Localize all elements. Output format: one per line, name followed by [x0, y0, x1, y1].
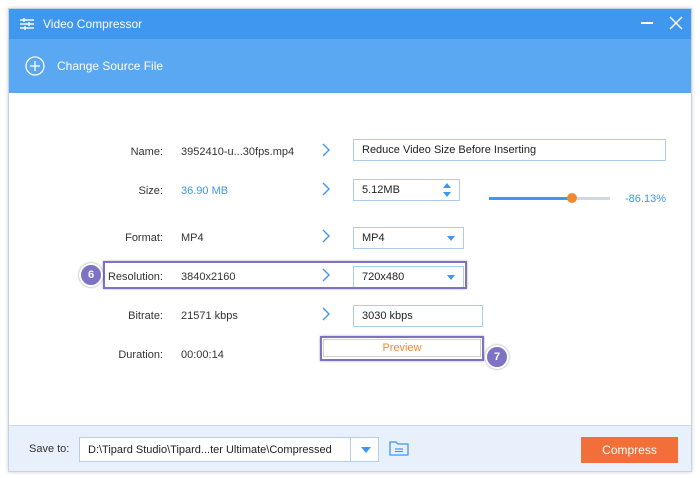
save-to-label: Save to: — [29, 443, 70, 455]
size-label: Size: — [138, 185, 163, 197]
save-path-value: D:\Tipard Studio\Tipard...ter Ultimate\C… — [88, 444, 332, 456]
change-source-file-label: Change Source File — [57, 59, 164, 73]
source-size: 36.90 MB — [181, 185, 229, 197]
preview-highlight-box — [320, 336, 484, 361]
window-title: Video Compressor — [43, 17, 143, 31]
sliders-icon — [20, 18, 34, 30]
path-divider — [350, 438, 351, 461]
toolbar: Change Source File — [9, 39, 691, 93]
size-slider-handle[interactable] — [567, 193, 578, 203]
compress-button[interactable]: Compress — [581, 437, 678, 463]
output-name-field[interactable] — [353, 139, 666, 161]
format-select[interactable]: MP4 — [353, 227, 464, 249]
chevron-right-icon — [322, 229, 330, 243]
size-slider-fill — [489, 197, 573, 200]
step-badge-7: 7 — [485, 345, 509, 369]
output-name-input[interactable] — [354, 140, 665, 160]
format-label: Format: — [125, 232, 163, 244]
chevron-down-icon — [447, 236, 455, 241]
format-selected-value: MP4 — [362, 232, 385, 244]
bottom-bar: Save to: D:\Tipard Studio\Tipard...ter U… — [9, 425, 691, 471]
duration-label: Duration: — [118, 349, 163, 361]
folder-icon[interactable] — [389, 439, 409, 457]
target-size-value: 5.12MB — [362, 184, 400, 196]
source-bitrate: 21571 kbps — [181, 310, 238, 322]
save-path-select[interactable]: D:\Tipard Studio\Tipard...ter Ultimate\C… — [79, 437, 379, 462]
plus-circle-icon — [25, 56, 45, 76]
bitrate-input[interactable] — [354, 306, 482, 326]
source-duration: 00:00:14 — [181, 349, 224, 361]
chevron-right-icon — [322, 307, 330, 321]
close-icon[interactable] — [668, 15, 684, 31]
size-slider[interactable] — [489, 193, 610, 203]
bitrate-field[interactable] — [353, 305, 483, 327]
chevron-right-icon — [322, 143, 330, 157]
size-reduction-percent: -86.13% — [625, 193, 666, 205]
stepper-down-icon[interactable] — [443, 192, 451, 197]
source-format: MP4 — [181, 232, 204, 244]
change-source-file-button[interactable]: Change Source File — [25, 55, 163, 77]
name-label: Name: — [130, 146, 163, 158]
step-badge-6: 6 — [79, 263, 103, 287]
bitrate-label: Bitrate: — [128, 310, 163, 322]
settings-panel: Name: 3952410-u...30fps.mp4 Size: 36.90 … — [9, 93, 691, 425]
source-file-name: 3952410-u...30fps.mp4 — [181, 146, 295, 158]
size-stepper[interactable]: 5.12MB — [353, 179, 460, 201]
minimize-icon[interactable] — [641, 22, 653, 24]
title-bar: Video Compressor — [9, 9, 691, 39]
video-compressor-window: Video Compressor Change Source File Name… — [8, 8, 692, 472]
stepper-up-icon[interactable] — [443, 183, 451, 188]
resolution-highlight-box — [103, 261, 467, 289]
chevron-right-icon — [322, 182, 330, 196]
chevron-down-icon[interactable] — [361, 447, 371, 453]
